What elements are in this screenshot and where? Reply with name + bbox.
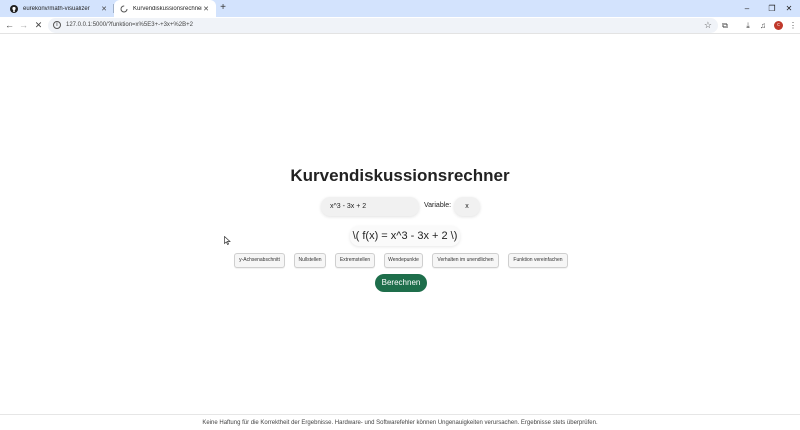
tab-bar: eurekonv/math-visualizer ✕ Kurvendiskuss…: [0, 0, 800, 17]
formula-preview: \( f(x) = x^3 - 3x + 2 \): [350, 226, 460, 246]
tab-github[interactable]: eurekonv/math-visualizer ✕: [4, 0, 114, 17]
download-icon[interactable]: ⤓: [741, 18, 755, 33]
github-icon: [10, 4, 18, 13]
stop-loading-icon[interactable]: ✕: [31, 18, 46, 33]
site-info-icon[interactable]: i: [53, 21, 61, 29]
tab-title: Kurvendiskussionsrechner: [133, 5, 202, 12]
loading-icon: [120, 5, 128, 12]
option-inflection-points[interactable]: Wendepunkte: [384, 253, 423, 268]
tab-kurvendiskussion[interactable]: Kurvendiskussionsrechner ✕: [114, 0, 216, 17]
tab-title: eurekonv/math-visualizer: [23, 5, 90, 12]
footer-disclaimer: Keine Haftung für die Korrektheit der Er…: [202, 420, 598, 426]
variable-label: Variable:: [424, 202, 452, 209]
option-simplify[interactable]: Funktion vereinfachen: [508, 253, 568, 268]
menu-icon[interactable]: ⋮: [786, 18, 800, 33]
option-y-intercept[interactable]: y-Achsenabschnitt: [234, 253, 285, 268]
window-close-button[interactable]: ✕: [778, 0, 800, 17]
new-tab-button[interactable]: +: [217, 2, 229, 14]
extensions-icon[interactable]: ⧉: [718, 18, 732, 33]
option-extrema[interactable]: Extremstellen: [335, 253, 375, 268]
address-bar[interactable]: i 127.0.0.1:5000/?funktion=x%5E3+-+3x+%2…: [48, 18, 718, 33]
back-icon[interactable]: ←: [2, 18, 17, 33]
bookmark-star-icon[interactable]: ☆: [704, 19, 712, 32]
minimize-button[interactable]: –: [736, 0, 758, 17]
tab-close-icon[interactable]: ✕: [202, 5, 210, 13]
page-title: Kurvendiskussionsrechner: [290, 166, 510, 185]
forward-icon[interactable]: →: [16, 18, 31, 33]
option-roots[interactable]: Nullstellen: [294, 253, 326, 268]
browser-toolbar: ← → ✕ i 127.0.0.1:5000/?funktion=x%5E3+-…: [0, 17, 800, 34]
tab-close-icon[interactable]: ✕: [100, 5, 108, 13]
calculate-button[interactable]: Berechnen: [375, 274, 427, 292]
function-input[interactable]: [321, 197, 419, 216]
media-control-icon[interactable]: ♫: [756, 18, 770, 33]
mouse-cursor-icon: [224, 236, 231, 245]
variable-input[interactable]: [454, 197, 480, 216]
profile-avatar[interactable]: c: [774, 21, 783, 30]
url-text: 127.0.0.1:5000/?funktion=x%5E3+-+3x+%2B+…: [66, 22, 193, 28]
option-limit-behavior[interactable]: Verhalten im unendlichen: [432, 253, 499, 268]
